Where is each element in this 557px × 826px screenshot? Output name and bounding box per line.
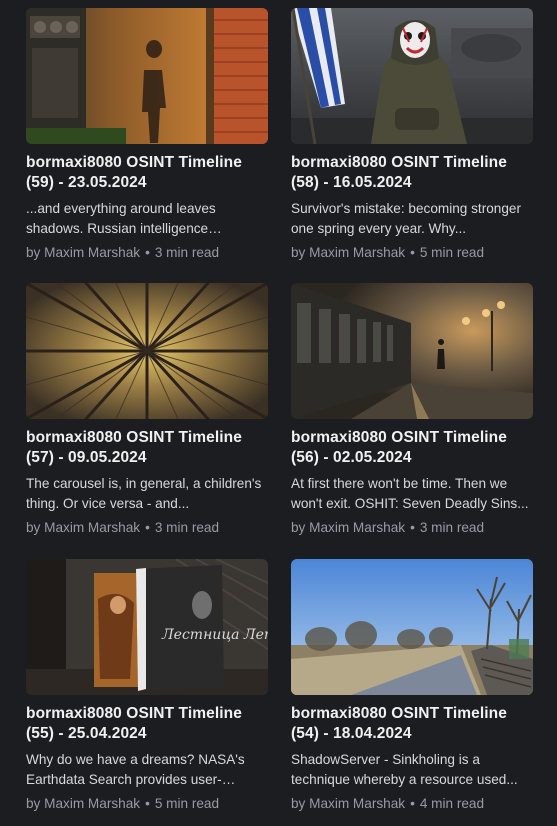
post-title-line1[interactable]: bormaxi8080 OSINT Timeline (26, 428, 268, 448)
post-excerpt: At first there won't be time. Then we wo… (291, 476, 529, 511)
post-card[interactable]: Лестница Летова bormaxi8080 OSINT Timeli… (26, 559, 268, 814)
post-thumbnail[interactable]: Лестница Летова (26, 559, 268, 695)
post-thumbnail[interactable] (291, 559, 533, 695)
post-thumbnail[interactable] (291, 283, 533, 419)
meta-separator: • (145, 796, 150, 811)
post-meta: by Maxim Marshak • 4 min read (291, 794, 533, 814)
read-time: 3 min read (419, 520, 485, 535)
meta-separator: • (410, 245, 415, 260)
book-cover-title: Лестница Летова (161, 627, 268, 643)
post-excerpt: Survivor's mistake: becoming stronger on… (291, 201, 521, 236)
post-title-line1[interactable]: bormaxi8080 OSINT Timeline (26, 153, 268, 173)
post-title-line2[interactable]: (56) - 02.05.2024 (291, 448, 533, 468)
author-name[interactable]: by Maxim Marshak (291, 245, 405, 260)
post-card[interactable]: bormaxi8080 OSINT Timeline (54) - 18.04.… (291, 559, 533, 814)
post-meta: by Maxim Marshak • 5 min read (26, 794, 268, 814)
post-title[interactable]: bormaxi8080 OSINT Timeline (55) - 25.04.… (26, 704, 268, 744)
books-on-table-image: Лестница Летова (26, 559, 268, 695)
post-title-line2[interactable]: (57) - 09.05.2024 (26, 448, 268, 468)
foggy-train-platform-image (291, 283, 533, 419)
author-name[interactable]: by Maxim Marshak (291, 796, 405, 811)
meta-separator: • (410, 520, 415, 535)
read-time: 3 min read (154, 245, 220, 260)
post-title-line1[interactable]: bormaxi8080 OSINT Timeline (291, 704, 533, 724)
meta-separator: • (145, 245, 150, 260)
post-title-line1[interactable]: bormaxi8080 OSINT Timeline (291, 153, 533, 173)
masked-figure-image (291, 8, 533, 144)
read-time: 5 min read (419, 245, 485, 260)
author-name[interactable]: by Maxim Marshak (26, 245, 140, 260)
post-title-line1[interactable]: bormaxi8080 OSINT Timeline (26, 704, 268, 724)
post-thumbnail[interactable] (26, 283, 268, 419)
meta-separator: • (145, 520, 150, 535)
post-title[interactable]: bormaxi8080 OSINT Timeline (54) - 18.04.… (291, 704, 533, 744)
park-path-image (291, 559, 533, 695)
meta-separator: • (410, 796, 415, 811)
post-card[interactable]: bormaxi8080 OSINT Timeline (58) - 16.05.… (291, 8, 533, 263)
trees-from-below-image (26, 283, 268, 419)
post-excerpt: ...and everything around leaves shadows.… (26, 201, 216, 236)
post-grid: bormaxi8080 OSINT Timeline (59) - 23.05.… (0, 0, 557, 826)
post-title[interactable]: bormaxi8080 OSINT Timeline (57) - 09.05.… (26, 428, 268, 468)
post-title[interactable]: bormaxi8080 OSINT Timeline (58) - 16.05.… (291, 153, 533, 193)
post-title-line1[interactable]: bormaxi8080 OSINT Timeline (291, 428, 533, 448)
post-excerpt: Why do we have a dreams? NASA's Earthdat… (26, 752, 245, 787)
author-name[interactable]: by Maxim Marshak (26, 796, 140, 811)
read-time: 5 min read (154, 796, 220, 811)
post-thumbnail[interactable] (291, 8, 533, 144)
author-name[interactable]: by Maxim Marshak (26, 520, 140, 535)
post-thumbnail[interactable] (26, 8, 268, 144)
post-card[interactable]: bormaxi8080 OSINT Timeline (59) - 23.05.… (26, 8, 268, 263)
post-title-line2[interactable]: (54) - 18.04.2024 (291, 724, 533, 744)
post-meta: by Maxim Marshak • 5 min read (291, 243, 533, 263)
post-title[interactable]: bormaxi8080 OSINT Timeline (56) - 02.05.… (291, 428, 533, 468)
post-meta: by Maxim Marshak • 3 min read (26, 243, 268, 263)
post-excerpt: ShadowServer - Sinkholing is a technique… (291, 752, 518, 787)
post-title[interactable]: bormaxi8080 OSINT Timeline (59) - 23.05.… (26, 153, 268, 193)
author-name[interactable]: by Maxim Marshak (291, 520, 405, 535)
post-card[interactable]: bormaxi8080 OSINT Timeline (57) - 09.05.… (26, 283, 268, 538)
read-time: 4 min read (419, 796, 485, 811)
post-excerpt: The carousel is, in general, a children'… (26, 476, 262, 511)
post-title-line2[interactable]: (58) - 16.05.2024 (291, 173, 533, 193)
read-time: 3 min read (154, 520, 220, 535)
post-meta: by Maxim Marshak • 3 min read (291, 518, 533, 538)
shadow-on-wall-image (26, 8, 268, 144)
post-title-line2[interactable]: (55) - 25.04.2024 (26, 724, 268, 744)
post-meta: by Maxim Marshak • 3 min read (26, 518, 268, 538)
post-card[interactable]: bormaxi8080 OSINT Timeline (56) - 02.05.… (291, 283, 533, 538)
post-title-line2[interactable]: (59) - 23.05.2024 (26, 173, 268, 193)
